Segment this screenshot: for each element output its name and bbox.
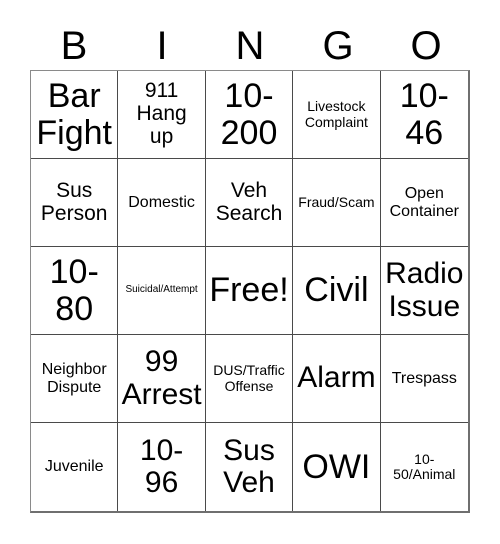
bingo-cell-label: Fraud/Scam [298,193,375,210]
bingo-cell-label: Alarm [297,361,376,395]
bingo-cell-label: Sus Veh [223,433,275,499]
bingo-cell-i2[interactable]: Domestic [118,159,206,247]
bingo-cell-label: Trespass [391,369,457,387]
bingo-cell-n5[interactable]: Sus Veh [205,423,294,511]
bingo-cell-b1[interactable]: Bar Fight [31,71,119,159]
bingo-cell-o1[interactable]: 10- 46 [380,71,468,159]
bingo-cell-label: Suicidal/Attempt [125,284,198,296]
bingo-cell-n2[interactable]: Veh Search [205,159,294,247]
bingo-cell-i4[interactable]: 99 Arrest [118,335,206,423]
bingo-cell-o5[interactable]: 10- 50/Animal [380,423,468,511]
bingo-cell-label: 10- 50/Animal [393,450,456,482]
bingo-cell-label: Sus Person [40,178,108,225]
bingo-header-letter-i: I [156,24,168,68]
bingo-cell-b4[interactable]: Neighbor Dispute [31,335,119,423]
bingo-cell-n1[interactable]: 10- 200 [205,71,294,159]
bingo-header-row: B I N G O [30,22,470,70]
bingo-cell-free-space[interactable]: Free! [205,247,294,335]
bingo-cell-g1[interactable]: Livestock Complaint [293,71,381,159]
bingo-cell-label: Neighbor Dispute [41,361,107,396]
bingo-header-letter-g: G [322,24,354,68]
bingo-header-letter-o: O [410,24,442,68]
bingo-cell-label: Civil [304,271,369,310]
bingo-cell-g3[interactable]: Civil [293,247,381,335]
bingo-cell-label: DUS/Traffic Offense [213,362,285,394]
bingo-cell-i1[interactable]: 911 Hang up [118,71,206,159]
bingo-cell-g4[interactable]: Alarm [293,335,381,423]
bingo-cell-label: Open Container [389,185,459,220]
bingo-grid: Bar Fight 911 Hang up 10- 200 Livestock … [30,70,470,513]
bingo-cell-label: Domestic [128,193,195,211]
bingo-cell-o2[interactable]: Open Container [380,159,468,247]
bingo-cell-label: 10- 200 [220,76,278,152]
bingo-cell-b3[interactable]: 10- 80 [31,247,119,335]
bingo-cell-g2[interactable]: Fraud/Scam [293,159,381,247]
bingo-header-letter-n: N [235,24,265,68]
bingo-cell-label: 10- 80 [49,252,99,328]
bingo-cell-b5[interactable]: Juvenile [31,423,119,511]
bingo-cell-label: Free! [209,271,289,310]
bingo-cell-label: 10- 46 [399,76,449,152]
bingo-cell-n4[interactable]: DUS/Traffic Offense [205,335,294,423]
bingo-cell-label: Radio Issue [385,257,464,323]
bingo-cell-label: 10- 96 [139,433,184,499]
bingo-cell-label: 99 Arrest [121,345,202,411]
bingo-header-letter-b: B [60,24,88,68]
bingo-cell-label: Livestock Complaint [304,98,368,130]
bingo-cell-b2[interactable]: Sus Person [31,159,119,247]
bingo-cell-i3[interactable]: Suicidal/Attempt [118,247,206,335]
bingo-cell-g5[interactable]: OWI [293,423,381,511]
bingo-cell-label: Bar Fight [36,76,112,152]
bingo-cell-label: 911 Hang up [136,79,187,148]
bingo-cell-i5[interactable]: 10- 96 [118,423,206,511]
bingo-cell-o3[interactable]: Radio Issue [380,247,468,335]
bingo-cell-label: OWI [302,447,371,486]
bingo-card: B I N G O Bar Fight 911 Hang up 10- 200 … [0,0,500,544]
bingo-cell-o4[interactable]: Trespass [380,335,468,423]
bingo-cell-label: Veh Search [215,178,283,225]
bingo-cell-label: Juvenile [44,458,104,476]
